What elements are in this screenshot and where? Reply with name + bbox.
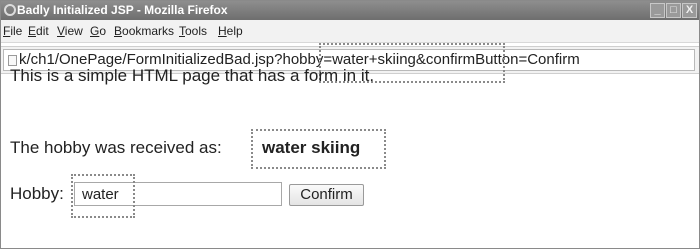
menu-go-access-key: G <box>90 24 100 38</box>
menu-tools-label: ools <box>185 24 208 38</box>
firefox-icon <box>4 4 16 16</box>
window-title: Badly Initialized JSP - Mozilla Firefox <box>17 3 228 17</box>
close-button[interactable]: X <box>682 3 697 18</box>
menu-bookmarks-label: ookmarks <box>122 24 175 38</box>
menu-edit[interactable]: Edit <box>28 20 49 42</box>
menu-view[interactable]: View <box>57 20 83 42</box>
menu-help[interactable]: Help <box>218 20 243 42</box>
received-hobby-value: water skiing <box>262 138 361 157</box>
menu-tools[interactable]: Tools <box>179 20 207 42</box>
menu-bookmarks-access-key: B <box>114 24 123 38</box>
hobby-label: Hobby: <box>10 184 64 203</box>
confirm-button[interactable]: Confirm <box>289 184 364 206</box>
menu-edit-label: dit <box>36 24 49 38</box>
intro-text: This is a simple HTML page that has a fo… <box>10 66 375 85</box>
menu-file[interactable]: File <box>3 20 22 42</box>
menu-view-access-key: V <box>57 24 65 38</box>
menu-edit-access-key: E <box>28 24 37 38</box>
menu-bookmarks[interactable]: Bookmarks <box>114 20 174 42</box>
hobby-input[interactable] <box>74 182 282 206</box>
menu-help-label: elp <box>226 24 243 38</box>
browser-window: Badly Initialized JSP - Mozilla Firefox … <box>0 0 700 249</box>
menu-go[interactable]: Go <box>90 20 106 42</box>
minimize-button[interactable]: _ <box>650 3 665 18</box>
maximize-button[interactable]: □ <box>666 3 681 18</box>
window-controls: _ □ X <box>650 3 697 18</box>
menu-help-access-key: H <box>218 24 227 38</box>
menu-view-label: iew <box>64 24 83 38</box>
menu-file-label: ile <box>10 24 23 38</box>
menu-bar: File Edit View Go Bookmarks Tools Help <box>1 20 699 43</box>
menu-go-label: o <box>99 24 107 38</box>
received-label: The hobby was received as: <box>10 138 222 157</box>
title-bar: Badly Initialized JSP - Mozilla Firefox … <box>1 1 699 20</box>
